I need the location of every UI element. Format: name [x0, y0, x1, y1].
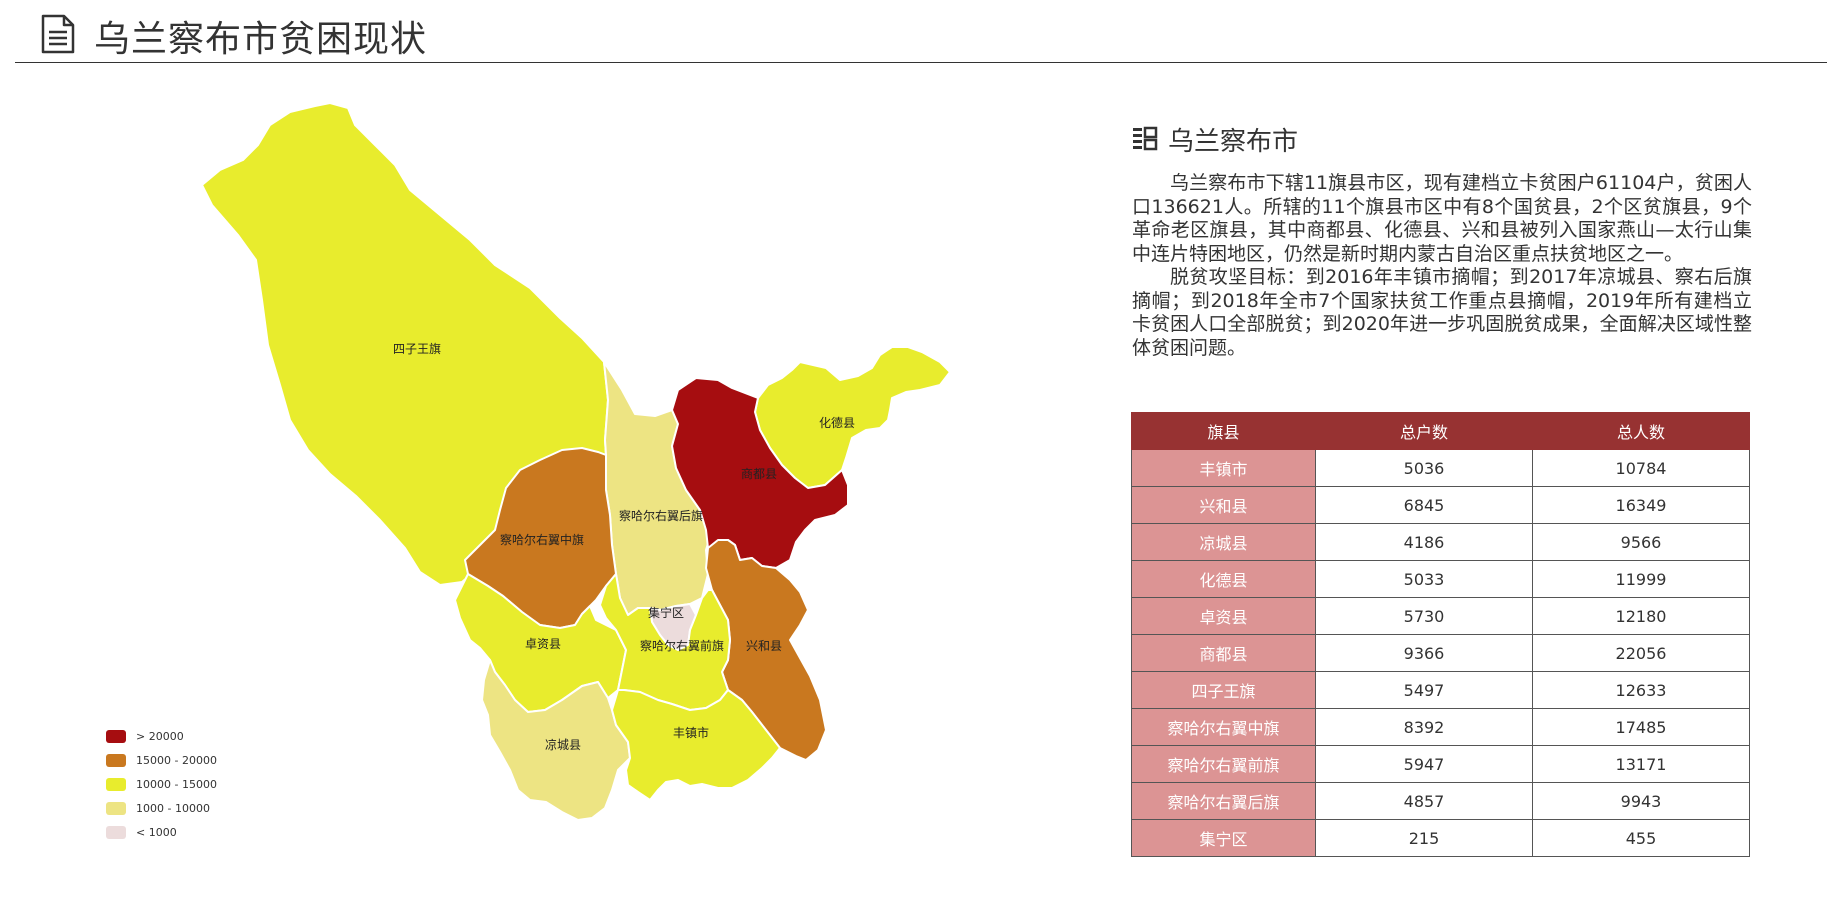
table-row: 四子王旗 5497 12633	[1131, 671, 1750, 709]
region-label-chayouzhong: 察哈尔右翼中旗	[500, 532, 584, 547]
county-cell: 卓资县	[1131, 597, 1316, 635]
region-label-xinghe: 兴和县	[746, 639, 782, 653]
population-cell: 11999	[1532, 560, 1750, 598]
table-row: 察哈尔右翼后旗 4857 9943	[1131, 782, 1750, 820]
region-label-huade: 化德县	[819, 415, 855, 430]
table-header-row: 旗县 总户数 总人数	[1131, 412, 1750, 450]
population-cell: 9566	[1532, 523, 1750, 561]
info-text: 乌兰察布市下辖11旗县市区，现有建档立卡贫困户61104户，贫困人口136621…	[1132, 172, 1752, 360]
county-cell: 丰镇市	[1131, 449, 1316, 487]
legend-label: < 1000	[136, 825, 177, 839]
column-header-population: 总人数	[1532, 412, 1750, 450]
header-divider	[15, 62, 1827, 63]
table-row: 兴和县 6845 16349	[1131, 486, 1750, 524]
legend-label: 10000 - 15000	[136, 777, 217, 791]
county-cell: 察哈尔右翼前旗	[1131, 745, 1316, 783]
map-svg: 四子王旗 化德县 察哈尔右翼后旗 商都县 察哈尔右翼中旗 集宁区 卓资县 察哈尔…	[201, 102, 951, 821]
population-cell: 16349	[1532, 486, 1750, 524]
households-cell: 5033	[1315, 560, 1533, 598]
county-cell: 化德县	[1131, 560, 1316, 598]
county-cell: 集宁区	[1131, 819, 1316, 857]
table-row: 察哈尔右翼中旗 8392 17485	[1131, 708, 1750, 746]
county-cell: 兴和县	[1131, 486, 1316, 524]
table-row: 丰镇市 5036 10784	[1131, 449, 1750, 487]
households-cell: 4857	[1315, 782, 1533, 820]
legend-swatch	[106, 753, 126, 767]
households-cell: 5730	[1315, 597, 1533, 635]
region-label-shangdu: 商都县	[741, 466, 777, 481]
legend-item[interactable]: < 1000	[106, 820, 217, 844]
legend-label: > 20000	[136, 729, 184, 743]
households-cell: 4186	[1315, 523, 1533, 561]
table-row: 集宁区 215 455	[1131, 819, 1750, 857]
page-title: 乌兰察布市贫困现状	[94, 19, 428, 60]
legend-item[interactable]: 1000 - 10000	[106, 796, 217, 820]
region-label-jining: 集宁区	[648, 605, 684, 620]
population-cell: 10784	[1532, 449, 1750, 487]
households-cell: 5497	[1315, 671, 1533, 709]
population-cell: 12180	[1532, 597, 1750, 635]
legend-item[interactable]: 15000 - 20000	[106, 748, 217, 772]
info-panel: 乌兰察布市 乌兰察布市下辖11旗县市区，现有建档立卡贫困户61104户，贫困人口…	[1132, 120, 1752, 360]
households-cell: 5947	[1315, 745, 1533, 783]
info-header: 乌兰察布市	[1132, 120, 1752, 158]
legend-item[interactable]: > 20000	[106, 724, 217, 748]
county-cell: 四子王旗	[1131, 671, 1316, 709]
legend-swatch	[106, 825, 126, 839]
households-cell: 9366	[1315, 634, 1533, 672]
legend-swatch	[106, 777, 126, 791]
choropleth-map: 四子王旗 化德县 察哈尔右翼后旗 商都县 察哈尔右翼中旗 集宁区 卓资县 察哈尔…	[190, 95, 970, 835]
population-cell: 17485	[1532, 708, 1750, 746]
map-legend: > 20000 15000 - 20000 10000 - 15000 1000…	[106, 724, 217, 844]
legend-label: 1000 - 10000	[136, 801, 210, 815]
page-header: 乌兰察布市贫困现状	[0, 0, 1827, 64]
county-cell: 察哈尔右翼中旗	[1131, 708, 1316, 746]
population-cell: 22056	[1532, 634, 1750, 672]
legend-item[interactable]: 10000 - 15000	[106, 772, 217, 796]
poverty-table: 旗县 总户数 总人数 丰镇市 5036 10784 兴和县 6845 16349…	[1131, 412, 1750, 857]
region-label-chayouqian: 察哈尔右翼前旗	[640, 638, 724, 653]
info-subtitle: 乌兰察布市	[1168, 126, 1299, 157]
list-icon	[1133, 126, 1158, 151]
households-cell: 5036	[1315, 449, 1533, 487]
households-cell: 215	[1315, 819, 1533, 857]
region-label-fengzhen: 丰镇市	[673, 725, 709, 740]
region-label-siziwang: 四子王旗	[393, 341, 441, 356]
table-row: 卓资县 5730 12180	[1131, 597, 1750, 635]
population-cell: 455	[1532, 819, 1750, 857]
info-paragraph: 脱贫攻坚目标：到2016年丰镇市摘帽；到2017年凉城县、察右后旗摘帽；到201…	[1132, 266, 1752, 359]
legend-swatch	[106, 729, 126, 743]
table-row: 商都县 9366 22056	[1131, 634, 1750, 672]
region-label-chayouhou: 察哈尔右翼后旗	[619, 508, 703, 523]
households-cell: 6845	[1315, 486, 1533, 524]
county-cell: 察哈尔右翼后旗	[1131, 782, 1316, 820]
document-icon	[41, 14, 75, 54]
table-row: 察哈尔右翼前旗 5947 13171	[1131, 745, 1750, 783]
population-cell: 9943	[1532, 782, 1750, 820]
county-cell: 商都县	[1131, 634, 1316, 672]
population-cell: 13171	[1532, 745, 1750, 783]
county-cell: 凉城县	[1131, 523, 1316, 561]
column-header-county: 旗县	[1131, 412, 1316, 450]
legend-swatch	[106, 801, 126, 815]
info-paragraph: 乌兰察布市下辖11旗县市区，现有建档立卡贫困户61104户，贫困人口136621…	[1132, 172, 1752, 265]
population-cell: 12633	[1532, 671, 1750, 709]
region-label-zhuozi: 卓资县	[525, 637, 561, 651]
legend-label: 15000 - 20000	[136, 753, 217, 767]
region-label-liangcheng: 凉城县	[545, 737, 581, 752]
table-row: 凉城县 4186 9566	[1131, 523, 1750, 561]
column-header-households: 总户数	[1315, 412, 1533, 450]
households-cell: 8392	[1315, 708, 1533, 746]
table-row: 化德县 5033 11999	[1131, 560, 1750, 598]
